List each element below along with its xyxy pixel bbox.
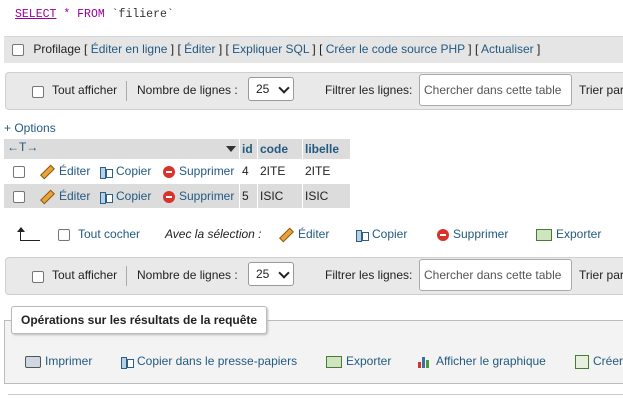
sort-by-label: Trier par xyxy=(579,268,623,282)
copy-clipboard-button[interactable]: Copier dans le presse-papiers xyxy=(121,354,297,369)
rows-count-select[interactable]: 25 xyxy=(248,77,294,101)
explain-sql-link[interactable]: Expliquer SQL xyxy=(232,42,309,56)
bulk-export-button[interactable]: Exporter xyxy=(536,227,601,241)
bulk-edit-button[interactable]: Éditer xyxy=(279,227,329,243)
navigation-toolbar-top: Tout afficher Nombre de lignes : 25 Filt… xyxy=(5,72,623,110)
delete-icon xyxy=(163,190,175,203)
show-all-checkbox[interactable] xyxy=(32,271,44,283)
divider xyxy=(8,394,623,395)
print-button[interactable]: Imprimer xyxy=(25,354,92,368)
copy-icon xyxy=(121,356,134,369)
row-checkbox[interactable] xyxy=(13,191,25,203)
create-icon xyxy=(575,354,589,369)
row-checkbox[interactable] xyxy=(13,166,25,178)
bulk-copy-button[interactable]: Copier xyxy=(356,227,407,242)
pencil-icon xyxy=(40,164,55,180)
sql-query: SELECT * FROM `filiere` xyxy=(15,8,174,21)
show-all-checkbox[interactable] xyxy=(32,86,44,98)
check-all-checkbox[interactable] xyxy=(58,229,70,241)
column-header-code[interactable]: code xyxy=(260,142,288,156)
sql-keyword-select[interactable]: SELECT xyxy=(15,8,56,21)
selection-actions: Tout cocher Avec la sélection : Éditer C… xyxy=(10,224,623,246)
check-all-link[interactable]: Tout cocher xyxy=(78,227,140,241)
navigation-toolbar-bottom: Tout afficher Nombre de lignes : 25 Filt… xyxy=(5,257,623,295)
show-all-label: Tout afficher xyxy=(52,268,118,282)
sql-table-name: `filiere` xyxy=(111,8,174,21)
cell-id: 4 xyxy=(242,164,249,178)
refresh-link[interactable]: Actualiser xyxy=(481,42,534,56)
column-resize-arrows-icon[interactable]: ←T→ xyxy=(7,140,38,154)
profiling-checkbox[interactable] xyxy=(12,43,24,56)
table-row: Éditer Copier Supprimer 4 2ITE 2ITE xyxy=(4,159,350,183)
chevron-down-icon xyxy=(278,267,290,279)
pencil-icon xyxy=(279,227,294,243)
delete-icon xyxy=(163,165,175,178)
rows-count-label: Nombre de lignes : xyxy=(137,268,238,282)
table-row: Éditer Copier Supprimer 5 ISIC ISIC xyxy=(4,184,350,208)
copy-icon xyxy=(356,229,369,242)
rows-count-value: 25 xyxy=(256,82,270,96)
row-edit-link[interactable]: Éditer xyxy=(40,189,90,205)
export-icon xyxy=(326,355,342,368)
table-header: ←T→ id code libelle xyxy=(4,139,350,159)
cell-id: 5 xyxy=(242,189,249,203)
export-button[interactable]: Exporter xyxy=(326,354,391,368)
bulk-delete-button[interactable]: Supprimer xyxy=(437,227,508,241)
copy-icon xyxy=(100,166,113,179)
profiling-label: Profilage xyxy=(33,42,81,56)
rows-count-value: 25 xyxy=(256,267,270,281)
row-copy-link[interactable]: Copier xyxy=(100,189,151,204)
query-options-bar: Profilage [ Éditer en ligne ] [ Éditer ]… xyxy=(4,36,623,63)
rows-count-select[interactable]: 25 xyxy=(248,262,294,286)
pencil-icon xyxy=(40,189,55,205)
chevron-down-icon xyxy=(278,82,290,94)
column-header-id[interactable]: id xyxy=(242,142,253,156)
sort-by-label: Trier par xyxy=(579,83,623,97)
bar-chart-icon xyxy=(418,356,432,368)
row-copy-link[interactable]: Copier xyxy=(100,164,151,179)
cell-libelle: ISIC xyxy=(305,189,329,203)
query-operations-legend: Opérations sur les résultats de la requê… xyxy=(11,306,268,334)
inline-edit-link[interactable]: Éditer en ligne xyxy=(91,42,168,56)
export-icon xyxy=(536,228,552,241)
filter-rows-input[interactable]: Chercher dans cette table xyxy=(419,74,572,106)
options-link[interactable]: + Options xyxy=(4,121,56,135)
delete-icon xyxy=(437,228,449,241)
display-chart-button[interactable]: Afficher le graphique xyxy=(418,354,546,368)
create-view-button[interactable]: Créer xyxy=(575,354,623,369)
filter-rows-label: Filtrer les lignes: xyxy=(325,83,413,97)
sql-keyword-from[interactable]: FROM xyxy=(77,8,105,21)
printer-icon xyxy=(25,355,41,368)
create-php-link[interactable]: Créer le code source PHP xyxy=(326,42,465,56)
rows-count-label: Nombre de lignes : xyxy=(137,83,238,97)
copy-icon xyxy=(100,191,113,204)
sql-star: * xyxy=(63,8,71,21)
show-all-label: Tout afficher xyxy=(52,83,118,97)
filter-rows-input[interactable]: Chercher dans cette table xyxy=(419,259,572,291)
row-delete-link[interactable]: Supprimer xyxy=(163,164,234,178)
select-arrow-icon xyxy=(16,227,40,241)
filter-rows-label: Filtrer les lignes: xyxy=(325,268,413,282)
with-selection-label: Avec la sélection : xyxy=(165,227,262,241)
cell-code: 2ITE xyxy=(260,164,286,178)
sort-down-icon[interactable] xyxy=(226,146,236,152)
column-header-libelle[interactable]: libelle xyxy=(305,142,339,156)
cell-code: ISIC xyxy=(260,189,284,203)
row-edit-link[interactable]: Éditer xyxy=(40,164,90,180)
edit-query-link[interactable]: Éditer xyxy=(184,42,215,56)
cell-libelle: 2ITE xyxy=(305,164,331,178)
row-delete-link[interactable]: Supprimer xyxy=(163,189,234,203)
